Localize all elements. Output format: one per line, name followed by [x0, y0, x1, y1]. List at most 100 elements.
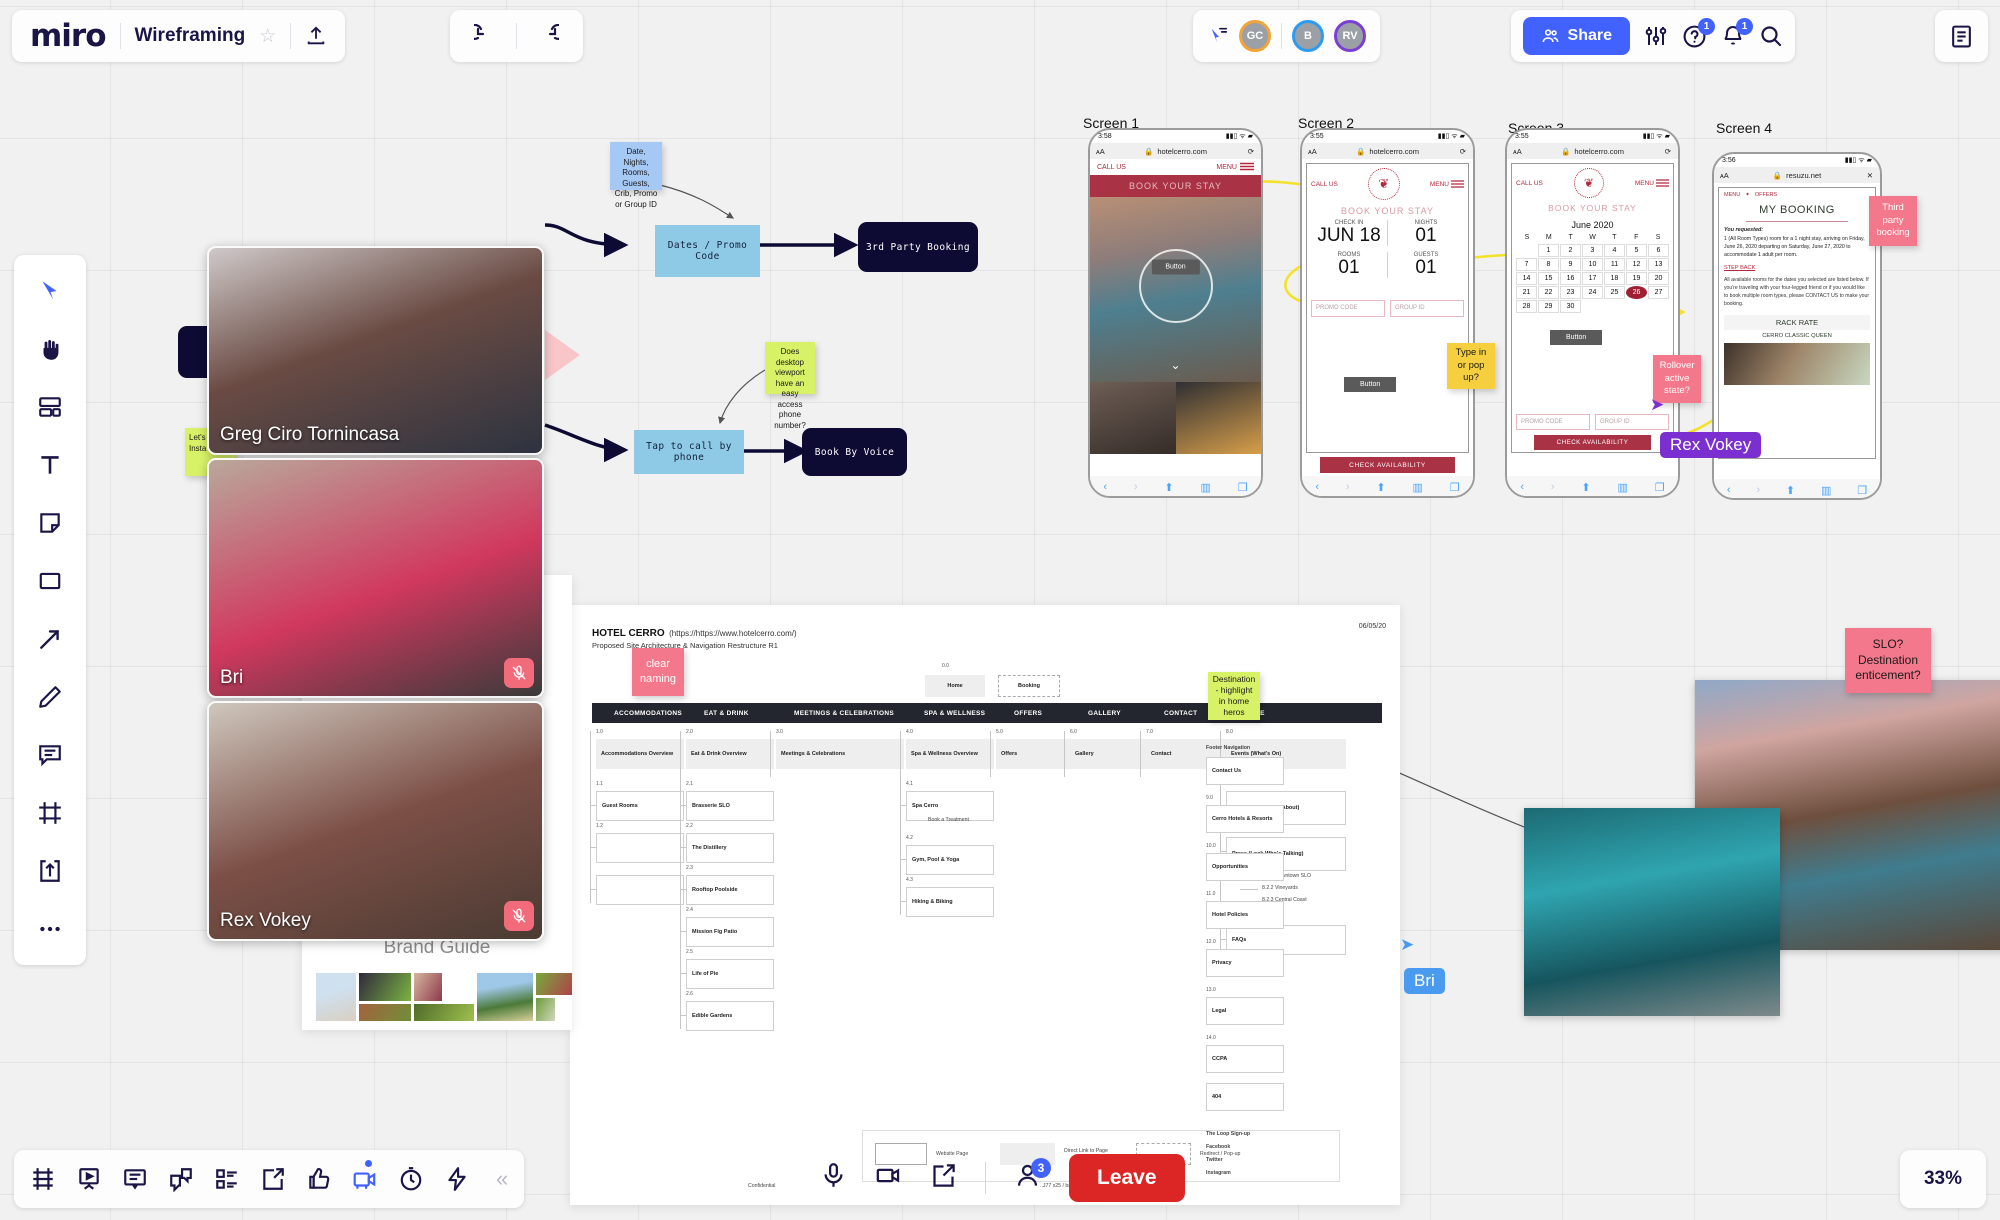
- screen-3-calendar-days[interactable]: 1 2 3 4 5 6 7 8 9 10 11 12 13 14 15 16 17 18 19 20 21 22 23 24 2…: [1516, 244, 1669, 313]
- share-icon[interactable]: ⬆: [1164, 481, 1173, 494]
- bookmarks-icon[interactable]: ▥: [1821, 484, 1831, 497]
- screen-2-checkin-value[interactable]: JUN 18: [1311, 226, 1387, 246]
- screen-2-call-us[interactable]: CALL US: [1311, 181, 1338, 188]
- upload-box-icon[interactable]: [28, 849, 72, 893]
- calendar-day[interactable]: 5: [1626, 244, 1647, 257]
- sticky-note-tool[interactable]: [28, 501, 72, 545]
- calendar-day[interactable]: 22: [1538, 286, 1559, 299]
- calendar-day[interactable]: 23: [1560, 286, 1581, 299]
- screen-2-check-availability-button[interactable]: CHECK AVAILABILITY: [1320, 457, 1455, 473]
- reload-icon[interactable]: ⟳: [1665, 147, 1671, 156]
- sitemap-footer-box[interactable]: Opportunities: [1206, 853, 1284, 881]
- tabs-icon[interactable]: ❐: [1450, 481, 1460, 494]
- back-icon[interactable]: ‹: [1727, 484, 1731, 496]
- presentation-icon[interactable]: [76, 1166, 102, 1192]
- calendar-day[interactable]: 1: [1538, 244, 1559, 257]
- sticky-note-type-in[interactable]: Type in or pop up?: [1447, 343, 1495, 389]
- screen-2-promo-input[interactable]: PROMO CODE: [1311, 299, 1385, 317]
- screen-2-guests-value[interactable]: 01: [1388, 257, 1464, 278]
- sitemap-booking-box[interactable]: Booking: [998, 675, 1060, 697]
- chevron-down-icon[interactable]: ⌄: [1170, 358, 1180, 372]
- reload-icon[interactable]: ⟳: [1460, 147, 1466, 156]
- screen-4-safari-nav[interactable]: ‹ › ⬆ ▥ ❐: [1714, 479, 1880, 498]
- sitemap-home-box[interactable]: Home: [925, 675, 985, 697]
- sitemap-overview-box[interactable]: Gallery: [1070, 739, 1146, 769]
- sticky-note-third-party[interactable]: Third party booking: [1869, 196, 1917, 246]
- screen-3-url-bar[interactable]: ᴀA 🔒 hotelcerro.com ⟳: [1507, 143, 1678, 159]
- sitemap-page-box[interactable]: Life of Pie: [686, 959, 774, 989]
- screen-1-menu-label[interactable]: MENU: [1216, 164, 1237, 171]
- templates-tool[interactable]: [28, 385, 72, 429]
- calendar-day[interactable]: 27: [1648, 286, 1669, 299]
- sitemap-footer-box[interactable]: 404: [1206, 1083, 1284, 1111]
- avatar-b[interactable]: B: [1292, 20, 1324, 52]
- screen-4-url-bar[interactable]: ᴀA 🔒 resuzu.net ✕: [1714, 167, 1880, 183]
- sticky-note-desktop-phone[interactable]: Does desktop viewport have an easy acces…: [765, 342, 815, 430]
- screen-3-check-availability-button[interactable]: CHECK AVAILABILITY: [1534, 435, 1651, 450]
- screen-1-call-us[interactable]: CALL US: [1097, 164, 1126, 171]
- share-icon[interactable]: ⬆: [1786, 484, 1795, 497]
- video-camera-icon[interactable]: [352, 1160, 378, 1192]
- screen-1-mockup[interactable]: 3:58 ▮▮▯ ᯤ ▰ ᴀA 🔒 hotelcerro.com ⟳ CALL …: [1088, 128, 1263, 498]
- avatar-gc[interactable]: GC: [1239, 20, 1271, 52]
- connector-tool[interactable]: [28, 617, 72, 661]
- back-icon[interactable]: ‹: [1103, 481, 1107, 493]
- screen-2-aa-icon[interactable]: ᴀA: [1308, 147, 1317, 156]
- hamburger-icon[interactable]: [1240, 158, 1254, 176]
- tabs-icon[interactable]: ❐: [1238, 481, 1248, 494]
- redo-icon[interactable]: [521, 24, 573, 48]
- bookmarks-icon[interactable]: ▥: [1200, 481, 1210, 494]
- sticky-note-clear-naming[interactable]: clear naming: [632, 648, 684, 696]
- sitemap-footer-box[interactable]: Hotel Policies: [1206, 901, 1284, 929]
- comment-tool[interactable]: [28, 733, 72, 777]
- frame-tool[interactable]: [28, 791, 72, 835]
- screen-1-aa-icon[interactable]: ᴀA: [1096, 147, 1105, 156]
- screen-share-icon[interactable]: [930, 1162, 957, 1194]
- sitemap-page-box[interactable]: [596, 875, 684, 905]
- sitemap-overview-box[interactable]: Meetings & Celebrations: [776, 739, 904, 769]
- screen-2-safari-nav[interactable]: ‹ › ⬆ ▥ ❐: [1302, 476, 1473, 496]
- sitemap-footer-box[interactable]: Legal: [1206, 997, 1284, 1025]
- bookmarks-icon[interactable]: ▥: [1617, 481, 1627, 494]
- sitemap-sublink[interactable]: 8.2.2 Vineyards: [1262, 885, 1298, 891]
- zoom-level-control[interactable]: 33%: [1900, 1150, 1986, 1208]
- screen-3-menu-label[interactable]: MENU: [1635, 180, 1654, 187]
- sitemap-footer-box[interactable]: Cerro Hotels & Resorts: [1206, 805, 1284, 833]
- calendar-day[interactable]: 14: [1516, 272, 1537, 285]
- calendar-day[interactable]: 29: [1538, 300, 1559, 313]
- pen-tool[interactable]: [28, 675, 72, 719]
- back-icon[interactable]: ‹: [1315, 481, 1319, 493]
- screen-3-safari-nav[interactable]: ‹ › ⬆ ▥ ❐: [1507, 476, 1678, 496]
- screen-3-promo-input[interactable]: PROMO CODE: [1516, 414, 1590, 430]
- screen-3-mockup[interactable]: 3:55 ▮▮▯ ᯤ ▰ ᴀA 🔒 hotelcerro.com ⟳ CALL …: [1505, 128, 1680, 498]
- sitemap-document[interactable]: HOTEL CERRO (https://https://www.hotelce…: [570, 605, 1400, 1205]
- sitemap-nav-spa-wellness[interactable]: SPA & WELLNESS: [924, 710, 985, 717]
- sitemap-overview-box[interactable]: Eat & Drink Overview: [686, 739, 774, 769]
- sitemap-page-box[interactable]: The Distillery: [686, 833, 774, 863]
- bell-icon-wrap[interactable]: 1: [1721, 18, 1753, 48]
- calendar-day[interactable]: 17: [1582, 272, 1603, 285]
- calendar-day[interactable]: 30: [1560, 300, 1581, 313]
- screen-2-menu-label[interactable]: MENU: [1430, 181, 1449, 188]
- help-icon-wrap[interactable]: 1: [1682, 17, 1715, 49]
- calendar-day[interactable]: 28: [1516, 300, 1537, 313]
- sitemap-overview-box[interactable]: Accommodations Overview: [596, 739, 684, 769]
- board-title[interactable]: Wireframing: [135, 25, 246, 47]
- calendar-day[interactable]: 21: [1516, 286, 1537, 299]
- leave-button[interactable]: Leave: [1069, 1154, 1185, 1202]
- calendar-day[interactable]: 8: [1538, 258, 1559, 271]
- calendar-day[interactable]: 18: [1604, 272, 1625, 285]
- sitemap-page-box[interactable]: Edible Gardens: [686, 1001, 774, 1031]
- tabs-icon[interactable]: ❐: [1857, 484, 1867, 497]
- chevron-double-left-icon[interactable]: «: [496, 1166, 508, 1192]
- screen-2-rooms-value[interactable]: 01: [1311, 257, 1387, 278]
- sitemap-nav-accommodations[interactable]: ACCOMMODATIONS: [614, 710, 682, 717]
- sticky-note-destination-highlight[interactable]: Destination - highlight in home heros: [1208, 672, 1260, 720]
- sitemap-overview-box[interactable]: Spa & Wellness Overview: [906, 739, 994, 769]
- sitemap-footer-box[interactable]: Contact Us: [1206, 757, 1284, 785]
- calendar-day[interactable]: 10: [1582, 258, 1603, 271]
- flow-node-tap-call[interactable]: Tap to call by phone: [634, 430, 744, 474]
- comment-list-icon[interactable]: [122, 1166, 148, 1192]
- flow-node-dates[interactable]: Dates / Promo Code: [655, 225, 760, 277]
- lightning-icon[interactable]: [444, 1166, 470, 1192]
